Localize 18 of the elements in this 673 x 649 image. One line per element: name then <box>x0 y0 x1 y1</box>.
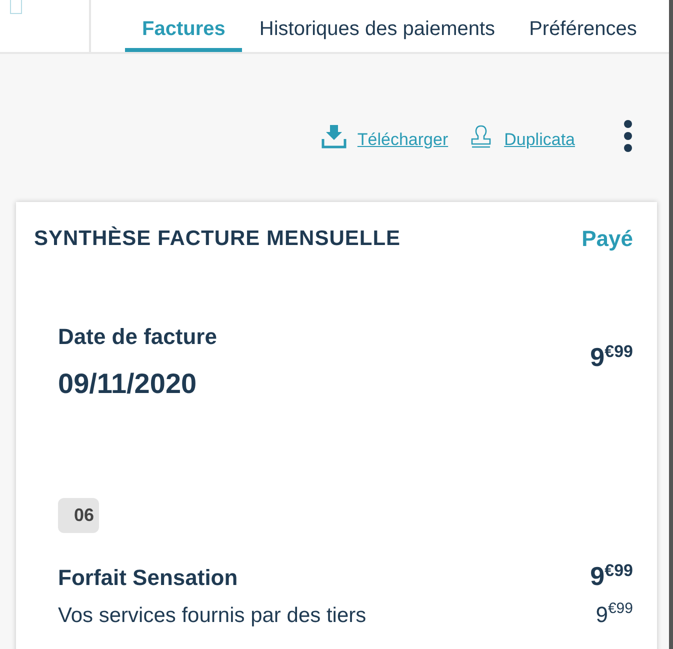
status-label: Payé <box>582 226 633 252</box>
more-icon[interactable] <box>623 119 633 153</box>
line-amount: 9$^{€99}$ <box>596 600 633 628</box>
download-icon[interactable] <box>321 123 348 149</box>
date-value: 09/11/2020 <box>58 368 198 400</box>
checkbox-icon <box>10 0 22 14</box>
line-label: Vos services fournis par des tiers <box>58 604 366 628</box>
action-link[interactable]: Duplicata <box>504 130 575 150</box>
month-badge: 06 <box>58 498 100 533</box>
line-amount: 9$^{€99}$ <box>590 561 633 592</box>
tab[interactable]: Préférences <box>512 0 654 52</box>
tab[interactable]: Factures <box>125 0 242 52</box>
card-title: SYNTHÈSE FACTURE MENSUELLE <box>34 227 401 251</box>
date-label: Date de facture <box>58 324 217 350</box>
action-link[interactable]: Télécharger <box>357 130 448 150</box>
tab[interactable]: Historiques des paiements <box>242 0 512 52</box>
total-amount: 9$^{€99}$ <box>590 342 633 372</box>
line-label: Forfait Sensation <box>58 565 238 591</box>
